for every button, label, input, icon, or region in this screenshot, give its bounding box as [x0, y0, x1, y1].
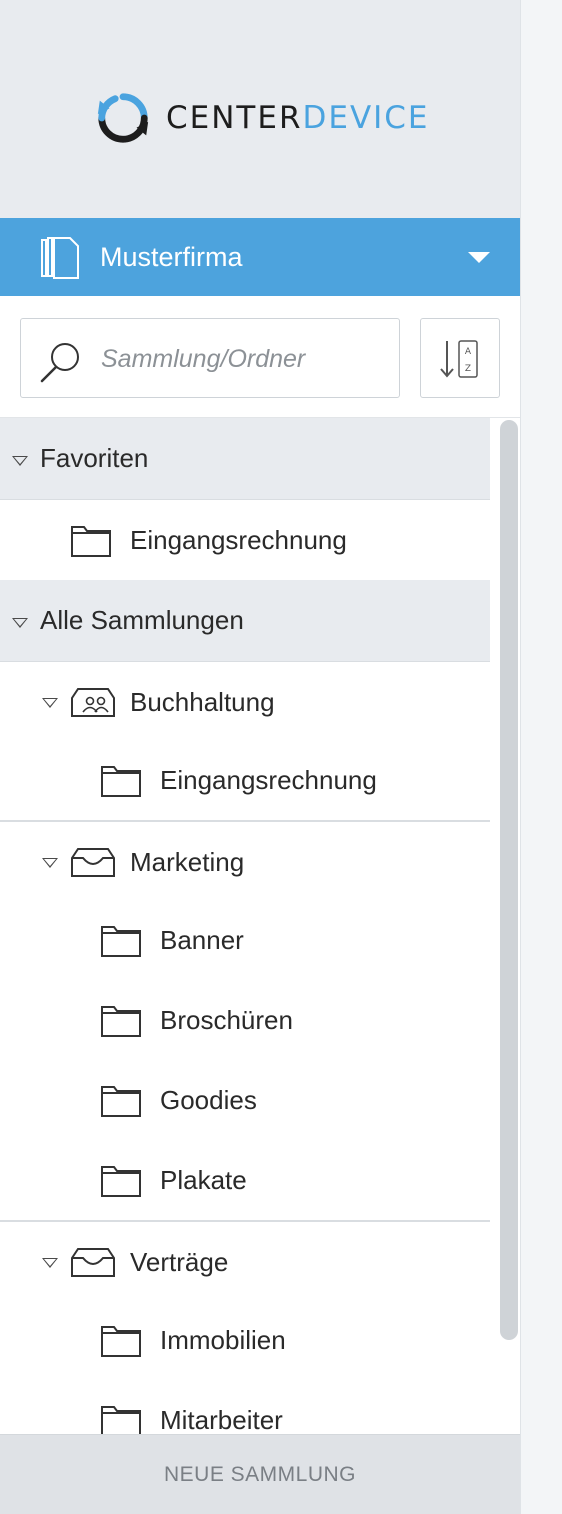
- search-icon: [40, 343, 79, 383]
- collection-marketing[interactable]: Marketing: [0, 822, 490, 902]
- folder-item[interactable]: Immobilien: [0, 1300, 490, 1380]
- chevron-down-icon[interactable]: [468, 252, 490, 263]
- brand-device-text: DEVICE: [302, 100, 430, 136]
- organization-selector[interactable]: Musterfirma: [0, 218, 520, 296]
- folder-label: Banner: [160, 924, 244, 955]
- folder-label: Immobilien: [160, 1324, 286, 1355]
- documents-icon: [41, 237, 79, 279]
- scrollbar[interactable]: [500, 420, 518, 1340]
- collection-tray-icon: [71, 848, 115, 877]
- folder-icon: [71, 526, 111, 557]
- folder-label: Mitarbeiter: [160, 1404, 283, 1435]
- folder-label: Broschüren: [160, 1004, 293, 1035]
- collection-label: Marketing: [130, 846, 245, 877]
- folder-icon: [101, 1086, 141, 1117]
- brand-logo: CENTERDEVICE: [94, 88, 430, 148]
- folder-item[interactable]: Plakate: [0, 1140, 490, 1220]
- shared-collection-icon: [71, 688, 115, 717]
- svg-text:A: A: [465, 347, 472, 357]
- sort-az-icon: A Z: [440, 340, 478, 378]
- folder-icon: [101, 766, 141, 797]
- section-all-collections[interactable]: Alle Sammlungen: [0, 580, 490, 662]
- favorite-item-label: Eingangsrechnung: [130, 524, 347, 555]
- expand-triangle-icon[interactable]: [12, 618, 28, 628]
- new-collection-button[interactable]: NEUE SAMMLUNG: [0, 1434, 520, 1514]
- folder-icon: [101, 1326, 141, 1357]
- folder-icon: [101, 1166, 141, 1197]
- folder-label: Goodies: [160, 1084, 257, 1115]
- collection-buchhaltung[interactable]: Buchhaltung: [0, 662, 490, 742]
- main-content-edge: [520, 0, 562, 1514]
- section-favorites[interactable]: Favoriten: [0, 418, 490, 500]
- collection-vertraege[interactable]: Verträge: [0, 1222, 490, 1302]
- organization-name: Musterfirma: [100, 241, 243, 272]
- section-favorites-label: Favoriten: [40, 443, 149, 473]
- search-input[interactable]: [101, 339, 391, 379]
- folder-item[interactable]: Eingangsrechnung: [0, 740, 490, 820]
- new-collection-label: NEUE SAMMLUNG: [163, 1462, 357, 1486]
- centerdevice-logo-icon: [97, 93, 149, 143]
- folder-item[interactable]: Mitarbeiter: [0, 1380, 490, 1434]
- sort-button[interactable]: A Z: [420, 318, 500, 398]
- collection-label: Buchhaltung: [130, 686, 275, 717]
- collection-label: Verträge: [130, 1246, 229, 1277]
- folder-item[interactable]: Banner: [0, 900, 490, 980]
- favorite-item[interactable]: Eingangsrechnung: [0, 500, 490, 580]
- folder-item[interactable]: Goodies: [0, 1060, 490, 1140]
- expand-triangle-icon[interactable]: [42, 858, 58, 868]
- collection-tree: Favoriten Eingangsrechnung Alle Sammlung…: [0, 418, 520, 1434]
- folder-icon: [101, 1006, 141, 1037]
- sidebar: CENTERDEVICE Musterfirma A Z: [0, 0, 520, 1514]
- folder-icon: [101, 926, 141, 957]
- brand-wordmark: CENTERDEVICE: [166, 100, 430, 136]
- folder-label: Eingangsrechnung: [160, 764, 377, 795]
- expand-triangle-icon[interactable]: [12, 456, 28, 466]
- folder-item[interactable]: Broschüren: [0, 980, 490, 1060]
- expand-triangle-icon[interactable]: [42, 1258, 58, 1268]
- svg-text:Z: Z: [465, 364, 471, 374]
- search-box[interactable]: [20, 318, 400, 398]
- brand-center-text: CENTER: [166, 100, 303, 136]
- folder-icon: [101, 1406, 141, 1434]
- search-area: A Z: [0, 296, 520, 418]
- expand-triangle-icon[interactable]: [42, 698, 58, 708]
- collection-tray-icon: [71, 1248, 115, 1277]
- folder-label: Plakate: [160, 1164, 247, 1195]
- section-all-label: Alle Sammlungen: [40, 605, 244, 635]
